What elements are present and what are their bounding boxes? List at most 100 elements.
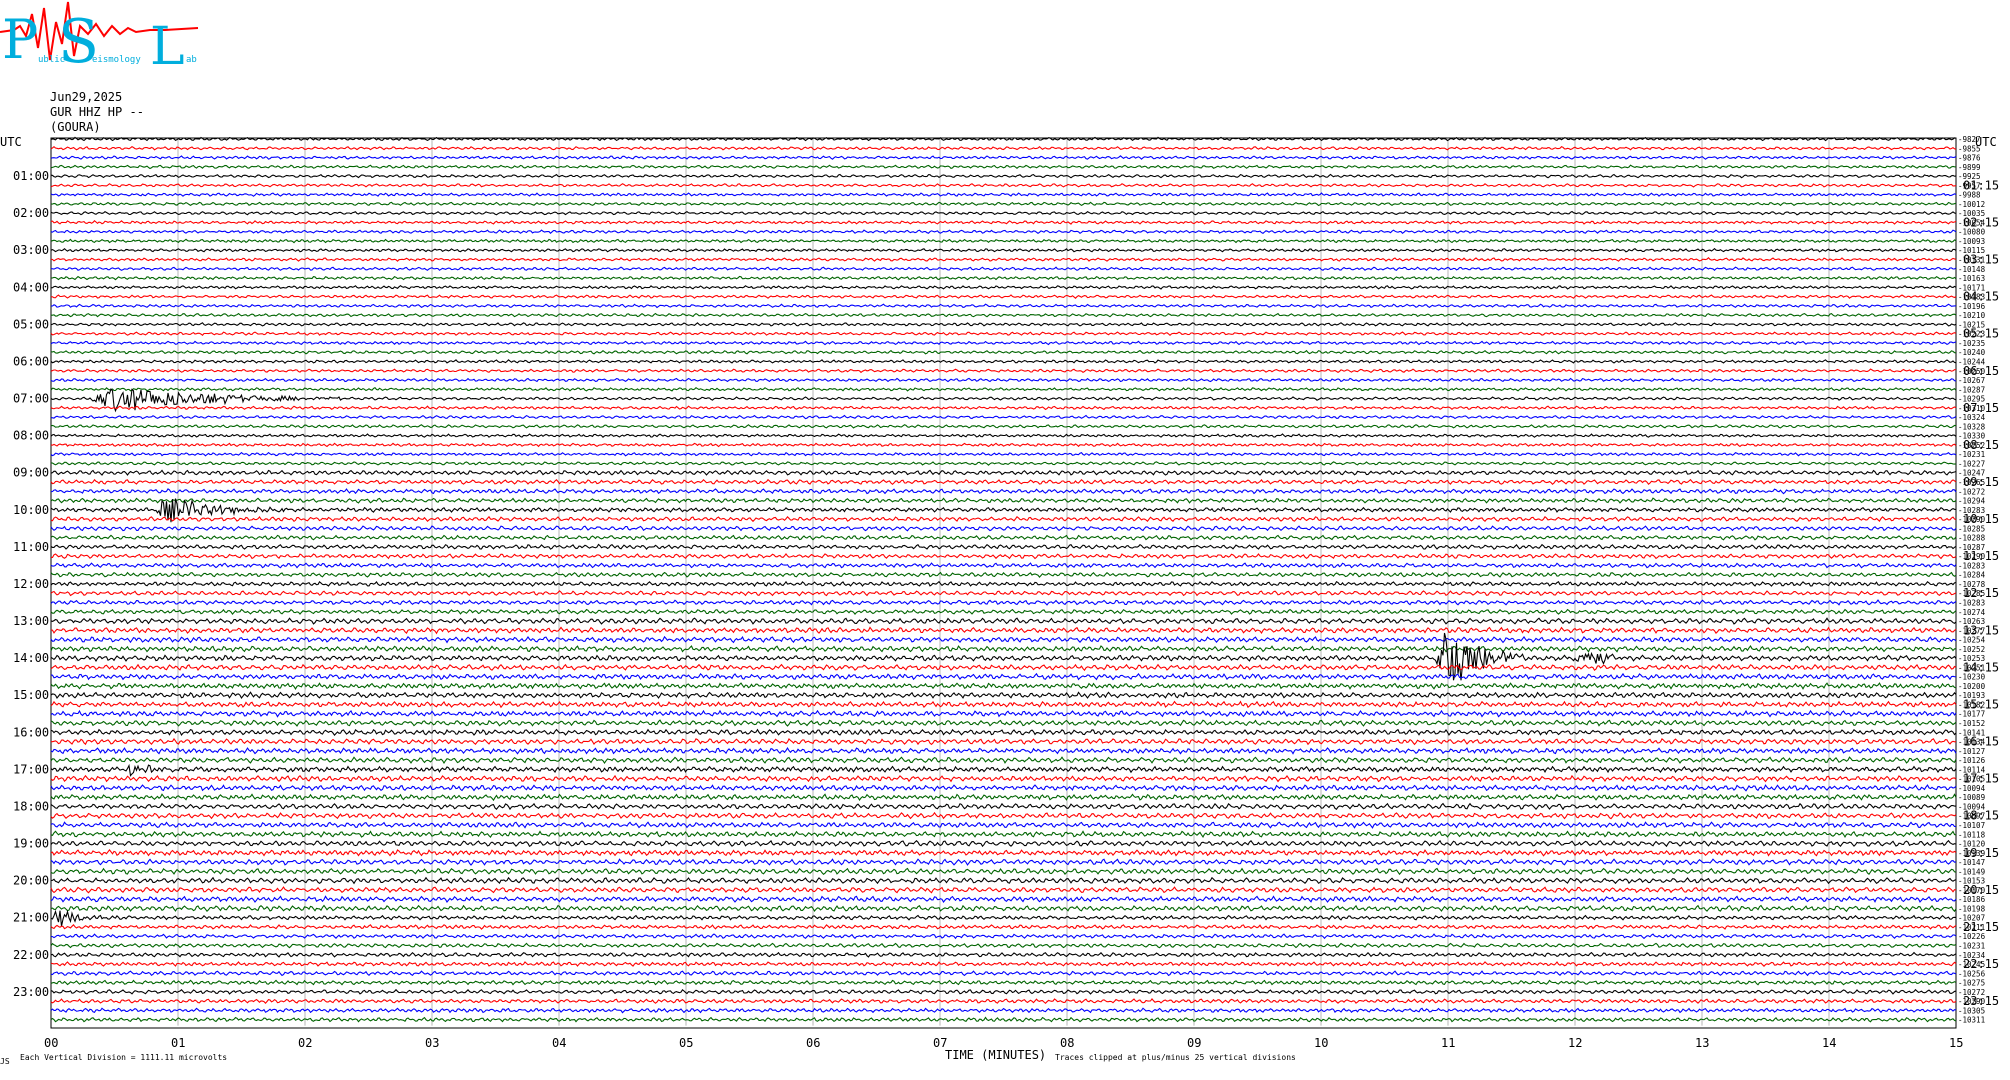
- left-hour-label: 10:00: [13, 503, 49, 517]
- seismic-trace: [50, 961, 1957, 967]
- x-tick-label: 13: [1695, 1036, 1709, 1050]
- seismic-trace: [50, 763, 1957, 777]
- trace-count-label: -10254: [1958, 636, 1986, 645]
- trace-count-label: -10240: [1958, 348, 1986, 357]
- seismic-trace: [50, 933, 1957, 940]
- seismic-trace: [50, 998, 1957, 1005]
- trace-count-label: -10226: [1958, 932, 1986, 941]
- seismic-trace: [50, 303, 1957, 309]
- helicorder-plot: P S L ublic eismology ab Jun29,2025 GUR …: [0, 1, 1999, 1066]
- trace-count-label: -10272: [1958, 487, 1985, 496]
- seismic-trace: [50, 433, 1957, 438]
- trace-count-label: -10253: [1958, 654, 1985, 663]
- logo-letter-l: L: [150, 17, 185, 77]
- header-date: Jun29,2025: [50, 90, 122, 104]
- seismic-trace: [50, 923, 1957, 930]
- trace-count-label: -10089: [1958, 793, 1985, 802]
- seismic-trace: [50, 488, 1957, 495]
- trace-count-label: -10152: [1958, 719, 1985, 728]
- trace-count-label: -10163: [1958, 274, 1985, 283]
- seismic-trace: [50, 663, 1957, 672]
- trace-count-label: -10274: [1958, 608, 1986, 617]
- trace-count-label: -10251: [1958, 663, 1985, 672]
- left-hour-label: 12:00: [13, 577, 49, 591]
- left-hour-label: 15:00: [13, 688, 49, 702]
- trace-count-label: -10171: [1958, 283, 1985, 292]
- x-tick-label: 05: [679, 1036, 693, 1050]
- trace-count-label: -10283: [1958, 506, 1985, 515]
- trace-count-label: -10328: [1958, 422, 1986, 431]
- trace-count-label: -10126: [1958, 756, 1986, 765]
- trace-count-label: -10223: [1958, 330, 1985, 339]
- trace-count-label: -10234: [1958, 951, 1986, 960]
- x-tick-label: 14: [1822, 1036, 1836, 1050]
- seismic-trace: [50, 617, 1957, 625]
- left-hour-label: 23:00: [13, 985, 49, 999]
- seismic-trace: [50, 349, 1957, 355]
- x-tick-label: 11: [1441, 1036, 1455, 1050]
- trace-count-label: -10186: [1958, 895, 1986, 904]
- trace-count-label: -10120: [1958, 840, 1986, 849]
- seismic-trace: [50, 442, 1957, 448]
- trace-count-label: -10139: [1958, 849, 1985, 858]
- seismic-trace: [50, 970, 1957, 977]
- logo-word-eismology: eismology: [92, 55, 141, 65]
- trace-count-label: -10290: [1958, 515, 1986, 524]
- seismic-trace: [51, 294, 1957, 299]
- seismic-trace: [50, 867, 1957, 876]
- seismic-trace: [50, 192, 1957, 197]
- trace-count-label: -10287: [1958, 385, 1985, 394]
- trace-count-label: -10290: [1958, 997, 1986, 1006]
- seismic-trace: [50, 266, 1957, 272]
- trace-count-label: -10134: [1958, 738, 1986, 747]
- trace-count-label: -10287: [1958, 543, 1985, 552]
- trace-count-label: -10263: [1958, 617, 1985, 626]
- left-hour-labels: 01:00 02:00 03:00 04:00 05:00 06:00 07:00 08:00…: [13, 169, 49, 999]
- trace-count-label: -10244: [1958, 358, 1986, 367]
- trace-count-label: -10147: [1958, 858, 1985, 867]
- trace-count-label: -10054: [1958, 218, 1986, 227]
- trace-group: [50, 136, 1957, 1023]
- seismic-trace: [50, 682, 1957, 690]
- seismic-trace: [50, 331, 1957, 337]
- seismic-trace: [51, 201, 1957, 207]
- trace-count-label: -10250: [1958, 367, 1986, 376]
- seismic-trace: [50, 322, 1957, 327]
- seismic-trace: [50, 784, 1957, 792]
- x-tick-label: 15: [1949, 1036, 1963, 1050]
- x-tick-label: 06: [806, 1036, 820, 1050]
- left-hour-label: 16:00: [13, 725, 49, 739]
- seismic-trace: [50, 164, 1957, 170]
- seismic-trace: [50, 839, 1957, 848]
- seismic-trace: [50, 979, 1957, 986]
- trace-count-label: -10118: [1958, 830, 1986, 839]
- seismic-trace: [50, 635, 1957, 644]
- trace-count-label: -10231: [1958, 450, 1985, 459]
- trace-count-label: -10330: [1958, 432, 1986, 441]
- seismic-trace: [50, 284, 1957, 290]
- seismic-trace: [50, 793, 1957, 802]
- trace-count-label: -10080: [1958, 228, 1986, 237]
- seismic-trace: [50, 478, 1957, 486]
- seismic-trace: [50, 275, 1957, 281]
- seismic-trace: [50, 210, 1957, 216]
- seismic-trace: [50, 700, 1957, 709]
- trace-count-label: -10285: [1958, 524, 1985, 533]
- trace-count-label: -10295: [1958, 395, 1985, 404]
- seismic-trace: [50, 802, 1957, 811]
- seismic-trace: [50, 368, 1956, 374]
- x-tick-label: 10: [1314, 1036, 1328, 1050]
- left-hour-label: 03:00: [13, 243, 49, 257]
- seismic-trace: [50, 238, 1957, 244]
- corner-mark: JS: [0, 1057, 10, 1066]
- trace-count-label: -10211: [1958, 923, 1985, 932]
- seismic-trace: [50, 756, 1957, 765]
- trace-count-label: -9925: [1958, 172, 1981, 181]
- seismic-trace: [50, 571, 1957, 578]
- logo-word-ublic: ublic: [38, 55, 65, 65]
- trace-count-label: -9876: [1958, 154, 1981, 163]
- left-hour-label: 08:00: [13, 429, 49, 443]
- left-hour-label: 17:00: [13, 762, 49, 776]
- trace-count-label: -10272: [1958, 988, 1985, 997]
- left-hour-label: 13:00: [13, 614, 49, 628]
